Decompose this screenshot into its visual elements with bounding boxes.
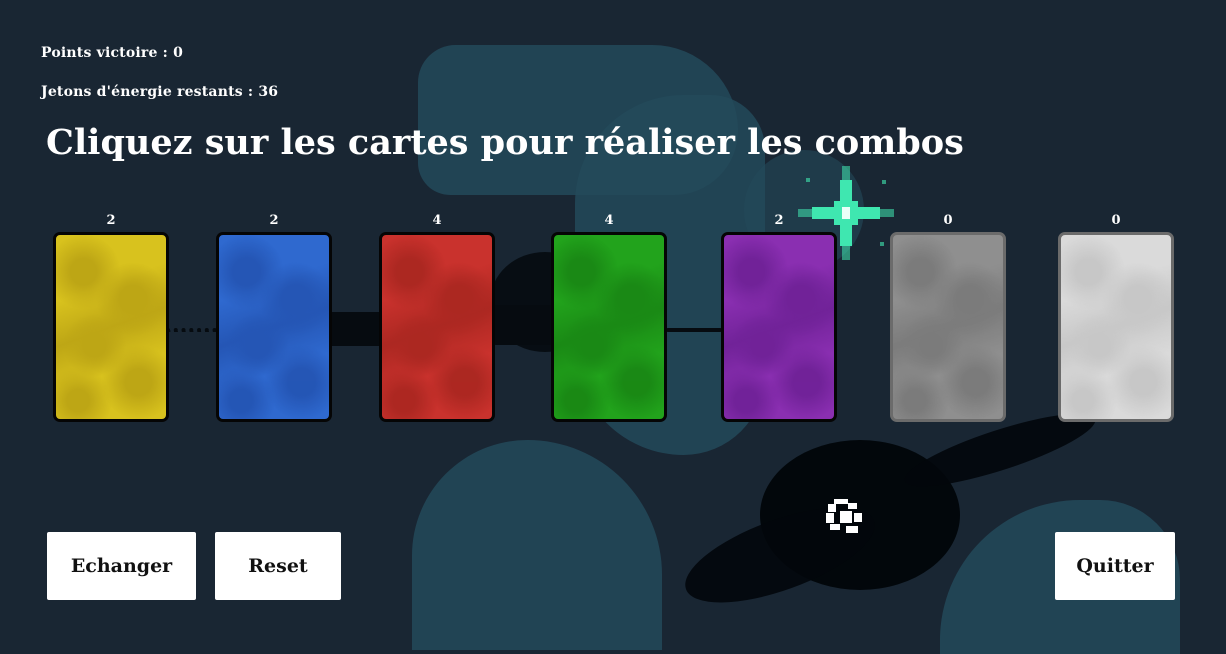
instruction-title: Cliquez sur les cartes pour réaliser les…	[46, 122, 964, 163]
card-slot-green: 4	[551, 212, 667, 422]
echanger-button[interactable]: Echanger	[47, 532, 196, 600]
card-purple[interactable]	[721, 232, 837, 422]
card-count: 4	[432, 213, 442, 228]
energy-tokens-label: Jetons d'énergie restants : 36	[41, 84, 279, 100]
card-slot-blue: 2	[216, 212, 332, 422]
card-connector	[494, 305, 552, 345]
card-count: 2	[774, 213, 784, 228]
card-count: 2	[106, 213, 116, 228]
background-shape	[412, 440, 662, 650]
card-count: 0	[1111, 213, 1121, 228]
card-connector	[168, 328, 218, 332]
card-green[interactable]	[551, 232, 667, 422]
card-blue[interactable]	[216, 232, 332, 422]
victory-points-label: Points victoire : 0	[41, 45, 184, 61]
card-slot-white: 0	[1058, 212, 1174, 422]
card-slot-yellow: 2	[53, 212, 169, 422]
card-slot-gray: 0	[890, 212, 1006, 422]
card-count: 2	[269, 213, 279, 228]
card-connector	[666, 328, 722, 332]
card-count: 4	[604, 213, 614, 228]
card-red[interactable]	[379, 232, 495, 422]
card-white[interactable]	[1058, 232, 1174, 422]
card-count: 0	[943, 213, 953, 228]
reset-button[interactable]: Reset	[215, 532, 341, 600]
card-slot-red: 4	[379, 212, 495, 422]
pixel-cursor-icon	[826, 499, 862, 533]
quitter-button[interactable]: Quitter	[1055, 532, 1175, 600]
card-yellow[interactable]	[53, 232, 169, 422]
card-slot-purple: 2	[721, 212, 837, 422]
card-connector	[330, 312, 382, 346]
card-gray[interactable]	[890, 232, 1006, 422]
